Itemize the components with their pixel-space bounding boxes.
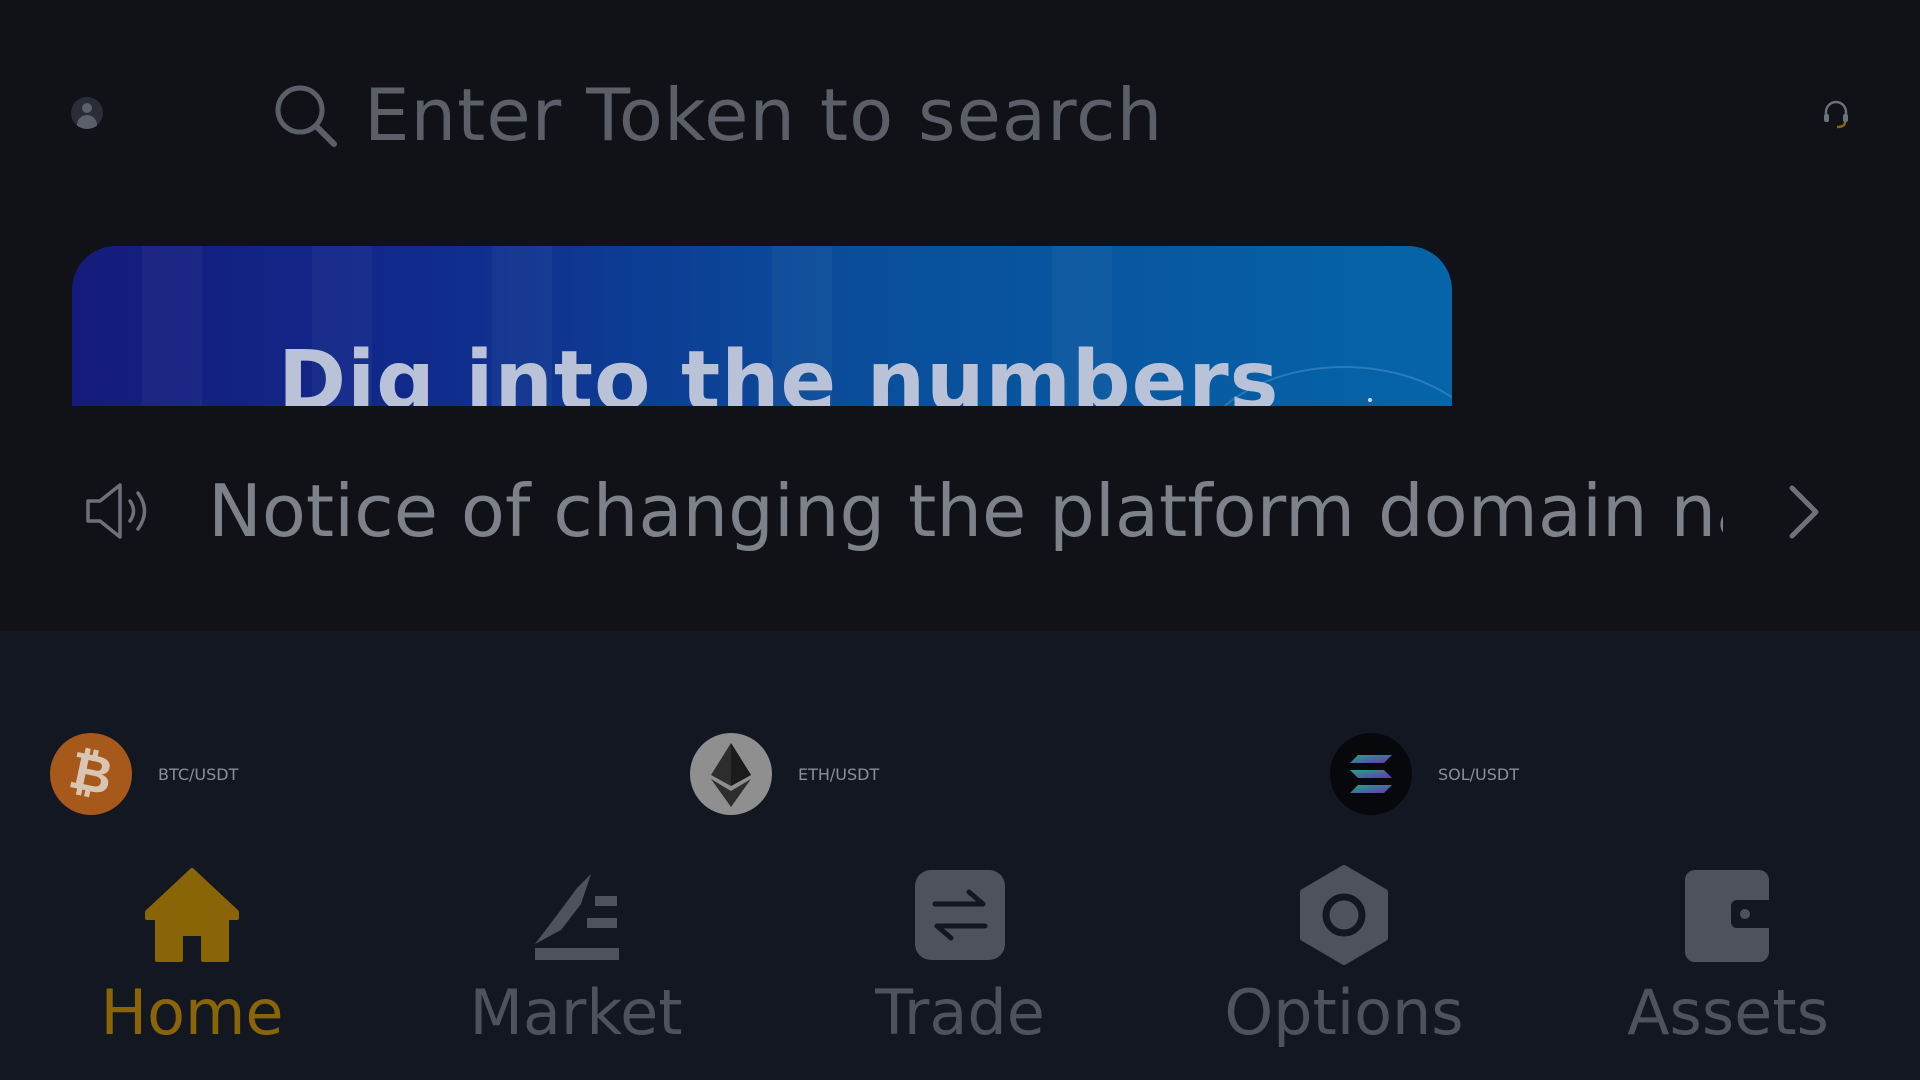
solana-icon [1330, 733, 1412, 815]
search-placeholder[interactable]: Enter Token to search [364, 73, 1163, 157]
tab-assets[interactable]: Assets [1578, 850, 1878, 1049]
pair-label: BTC/USDT [158, 764, 239, 784]
pair-sol-usdt[interactable]: SOL/USDT [1330, 732, 1519, 816]
banner-decoration-dot [1368, 398, 1372, 402]
speaker-icon [86, 483, 147, 539]
headset-icon[interactable] [1820, 98, 1852, 130]
home-icon [145, 868, 239, 962]
search-icon [275, 85, 337, 147]
notice-text[interactable]: Notice of changing the platform domain n… [208, 469, 1723, 553]
bitcoin-icon: ₿ [50, 733, 132, 815]
options-icon [1300, 865, 1388, 965]
tab-label: Assets [1627, 976, 1829, 1049]
search-bar[interactable]: Enter Token to search [270, 70, 1570, 160]
bottom-nav: Home Market Trade Options Assets [0, 850, 1920, 1080]
tab-home[interactable]: Home [42, 850, 342, 1049]
avatar-body [77, 115, 97, 129]
pair-label: ETH/USDT [798, 764, 880, 784]
banner-headline: Dig into the numbers [278, 334, 1280, 406]
tab-label: Options [1224, 976, 1464, 1049]
banner-stripe [142, 246, 202, 406]
market-icon [535, 874, 619, 960]
avatar-head [82, 103, 92, 113]
promo-banner[interactable]: Dig into the numbers [72, 246, 1452, 406]
chevron-right-icon[interactable] [1784, 482, 1824, 542]
pair-label: SOL/USDT [1438, 764, 1520, 784]
trade-icon [915, 870, 1005, 960]
tab-label: Market [469, 976, 683, 1049]
trading-pairs: ₿ BTC/USDT ETH/USDT SOL/USDT [0, 732, 1920, 816]
pair-eth-usdt[interactable]: ETH/USDT [690, 732, 879, 816]
wallet-icon [1685, 870, 1775, 962]
pair-btc-usdt[interactable]: ₿ BTC/USDT [50, 732, 238, 816]
tab-market[interactable]: Market [426, 850, 726, 1049]
tab-options[interactable]: Options [1194, 850, 1494, 1049]
user-avatar-icon[interactable] [71, 97, 103, 129]
tab-label: Trade [875, 976, 1045, 1049]
tab-label: Home [100, 976, 284, 1049]
ethereum-icon [690, 733, 772, 815]
notice-bar[interactable]: Notice of changing the platform domain n… [84, 466, 1864, 556]
tab-trade[interactable]: Trade [810, 850, 1110, 1049]
